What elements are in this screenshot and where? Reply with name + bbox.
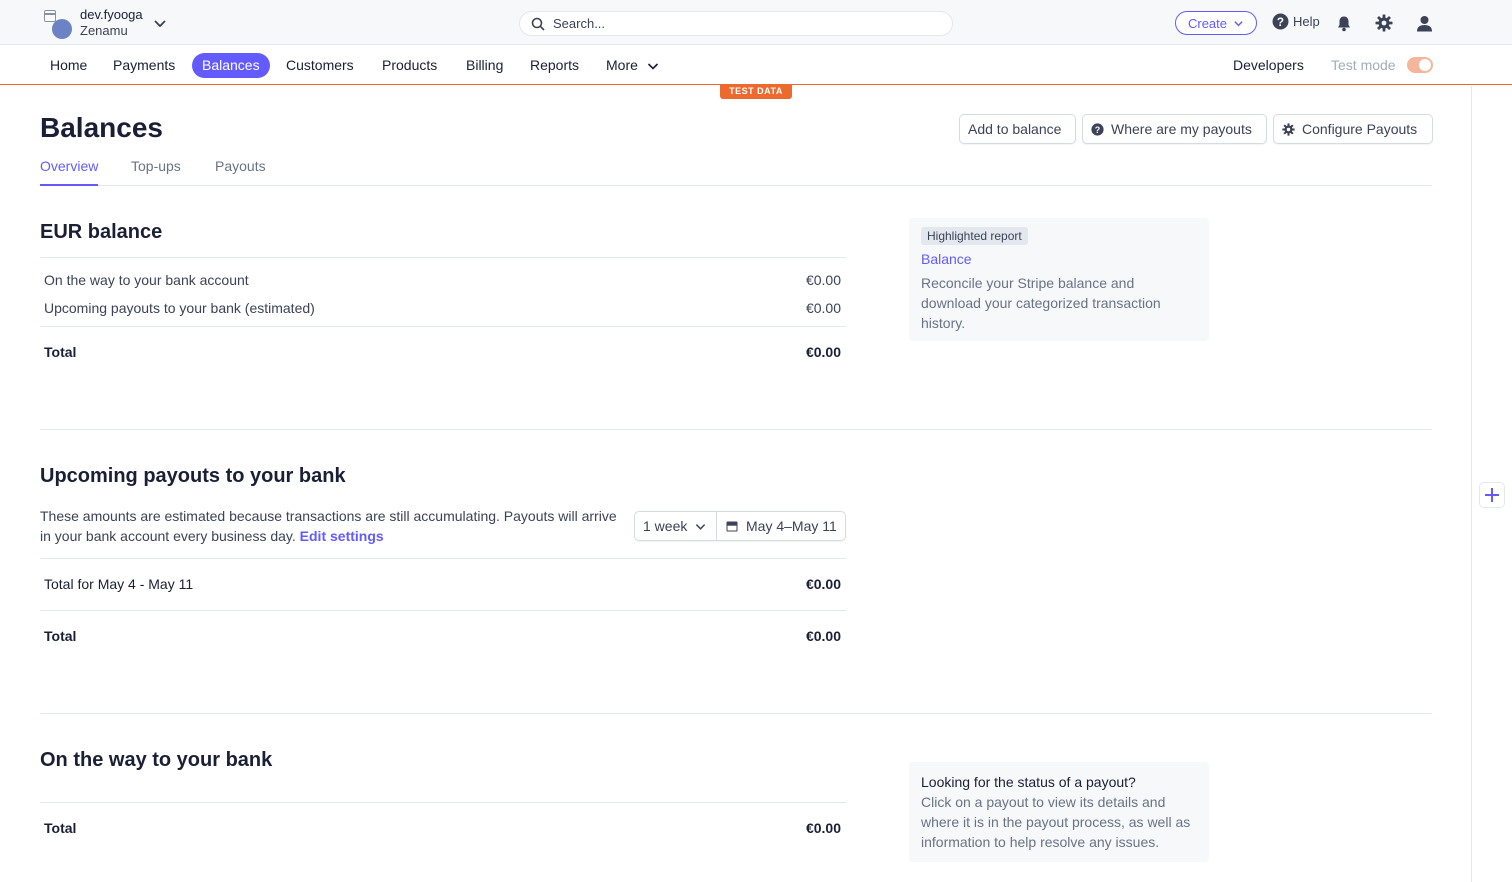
nav-products[interactable]: Products — [372, 53, 447, 78]
eur-total-value: €0.00 — [805, 344, 841, 360]
section-divider — [40, 429, 1432, 430]
help-icon: ? — [1091, 122, 1104, 136]
tab-payouts[interactable]: Payouts — [215, 158, 266, 186]
add-to-balance-label: Add to balance — [968, 121, 1062, 137]
tab-top-ups[interactable]: Top-ups — [131, 158, 181, 186]
configure-payouts-label: Configure Payouts — [1302, 121, 1418, 137]
right-rail-divider — [1471, 86, 1472, 882]
date-range-value: May 4–May 11 — [746, 518, 837, 534]
search-input[interactable] — [553, 16, 933, 31]
highlighted-report-chip: Highlighted report — [921, 227, 1028, 245]
divider — [40, 326, 846, 327]
where-are-my-payouts-button[interactable]: ? Where are my payouts — [1082, 114, 1267, 144]
period-total-label: Total for May 4 - May 11 — [44, 576, 194, 592]
nav-reports[interactable]: Reports — [520, 53, 589, 78]
nav-billing[interactable]: Billing — [456, 53, 513, 78]
account-names: dev.fyooga Zenamu — [80, 7, 143, 39]
upcoming-total-label: Total — [44, 628, 77, 644]
calendar-icon — [726, 521, 738, 532]
upcoming-estimated-value: €0.00 — [805, 300, 841, 316]
highlighted-report-card: Highlighted report Balance Reconcile you… — [909, 218, 1209, 341]
on-the-way-total-label: Total — [44, 820, 77, 836]
add-to-balance-button[interactable]: Add to balance — [959, 114, 1076, 144]
account-logo — [52, 19, 72, 39]
help-button[interactable]: ? Help — [1272, 13, 1320, 30]
main-nav: Home Payments Balances Customers Product… — [0, 45, 1512, 85]
nav-balances[interactable]: Balances — [192, 53, 270, 78]
create-button[interactable]: Create — [1175, 11, 1257, 35]
upcoming-description: These amounts are estimated because tran… — [40, 506, 620, 546]
eur-balance-heading: EUR balance — [40, 221, 163, 243]
section-divider — [40, 713, 1432, 714]
top-bar: dev.fyooga Zenamu Create ? Help — [0, 0, 1512, 45]
store-icon — [44, 10, 56, 22]
on-the-way-heading: On the way to your bank — [40, 749, 273, 771]
payout-status-title: Looking for the status of a payout? — [921, 774, 1136, 790]
plus-icon — [1485, 488, 1499, 502]
chevron-down-icon — [1234, 20, 1243, 26]
bell-icon — [1338, 16, 1350, 31]
divider — [40, 257, 846, 258]
developers-link[interactable]: Developers — [1233, 53, 1304, 78]
profile-button[interactable] — [1413, 12, 1435, 34]
configure-payouts-button[interactable]: Configure Payouts — [1273, 114, 1433, 144]
settings-button[interactable] — [1373, 12, 1395, 34]
chevron-down-icon — [647, 62, 658, 70]
help-label: Help — [1293, 14, 1320, 29]
search-bar[interactable] — [519, 11, 953, 36]
edit-settings-link[interactable]: Edit settings — [300, 528, 384, 544]
svg-text:?: ? — [1095, 124, 1100, 134]
organization-name: Zenamu — [80, 23, 128, 38]
gear-icon — [1282, 122, 1295, 136]
payout-status-card: Looking for the status of a payout? Clic… — [909, 762, 1209, 862]
chevron-down-icon — [696, 523, 706, 530]
nav-home[interactable]: Home — [40, 53, 97, 78]
chevron-down-icon — [154, 20, 166, 28]
test-mode-toggle[interactable] — [1407, 57, 1433, 73]
account-name: dev.fyooga — [80, 7, 143, 22]
divider — [40, 610, 846, 611]
upcoming-payouts-heading: Upcoming payouts to your bank — [40, 465, 346, 487]
nav-customers[interactable]: Customers — [276, 53, 364, 78]
expand-panel-button[interactable] — [1479, 482, 1505, 508]
gear-icon — [1375, 14, 1393, 32]
test-mode-label: Test mode — [1331, 57, 1396, 73]
eur-total-label: Total — [44, 344, 77, 360]
on-the-way-total-value: €0.00 — [805, 820, 841, 836]
balance-report-link[interactable]: Balance — [921, 251, 1197, 267]
period-select[interactable]: 1 week — [635, 512, 717, 540]
on-the-way-label: On the way to your bank account — [44, 272, 249, 288]
nav-more[interactable]: More — [596, 53, 669, 78]
create-label: Create — [1187, 15, 1228, 31]
balance-tabs: Overview Top-ups Payouts — [40, 150, 1432, 186]
date-range-button[interactable]: May 4–May 11 — [717, 512, 845, 540]
account-switcher[interactable]: dev.fyooga Zenamu — [40, 6, 167, 40]
nav-more-label: More — [606, 57, 638, 73]
account-avatar — [40, 6, 74, 40]
on-the-way-value: €0.00 — [805, 272, 841, 288]
divider — [40, 558, 846, 559]
tab-overview[interactable]: Overview — [40, 158, 99, 186]
svg-text:?: ? — [1277, 16, 1284, 29]
page-title: Balances — [40, 112, 163, 143]
nav-payments[interactable]: Payments — [103, 53, 185, 78]
payout-status-description: Click on a payout to view its details an… — [921, 794, 1191, 850]
period-select-value: 1 week — [643, 518, 688, 534]
user-icon — [1416, 15, 1432, 31]
help-icon: ? — [1272, 13, 1289, 30]
upcoming-estimated-label: Upcoming payouts to your bank (estimated… — [44, 300, 315, 316]
date-range-picker: 1 week May 4–May 11 — [634, 511, 846, 541]
divider — [40, 802, 846, 803]
where-are-my-payouts-label: Where are my payouts — [1111, 121, 1252, 137]
period-total-value: €0.00 — [805, 576, 841, 592]
report-description: Reconcile your Stripe balance and downlo… — [921, 275, 1161, 331]
search-icon — [531, 17, 545, 31]
test-data-badge: TEST DATA — [720, 84, 792, 99]
notifications-button[interactable] — [1333, 12, 1355, 34]
upcoming-total-value: €0.00 — [805, 628, 841, 644]
